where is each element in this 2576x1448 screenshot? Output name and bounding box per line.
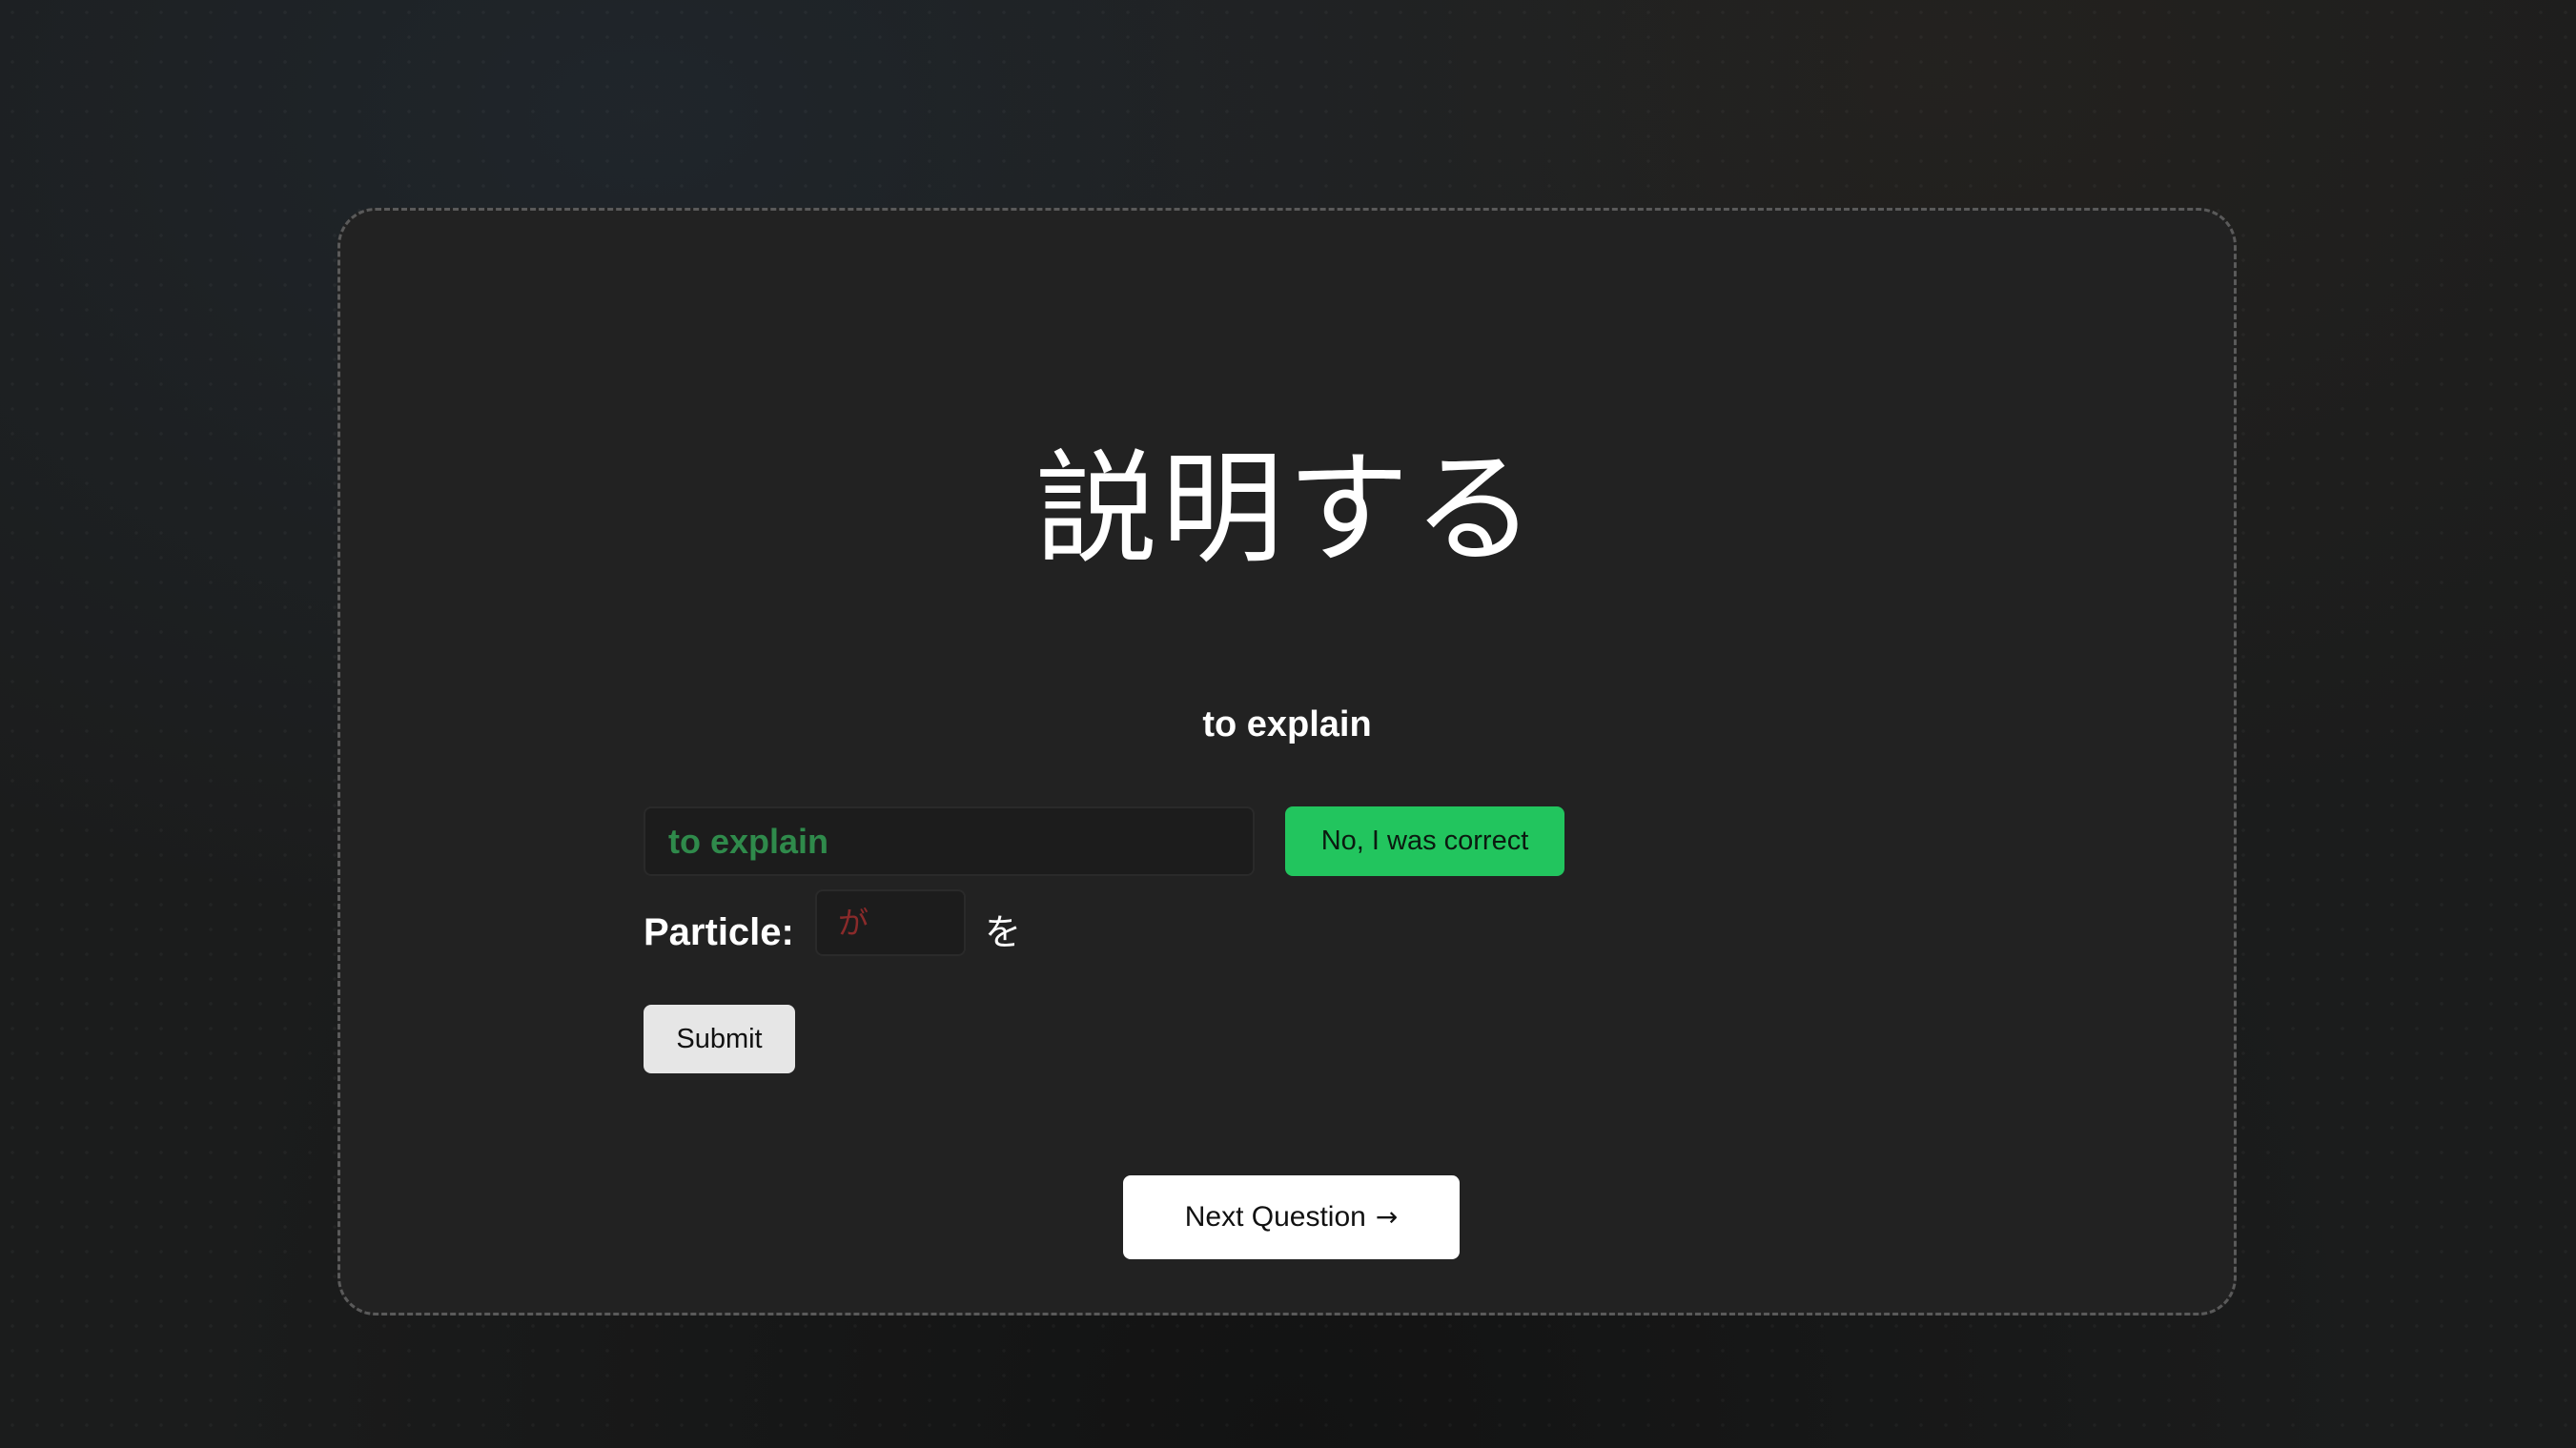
word-meaning: to explain	[1202, 704, 1372, 744]
particle-label: Particle:	[644, 911, 794, 953]
submit-button[interactable]: Submit	[644, 1005, 795, 1073]
quiz-card: 説明する to explain to explain No, I was cor…	[337, 208, 2237, 1315]
particle-input[interactable]: が	[815, 889, 966, 956]
vocab-word: 説明する	[1034, 438, 1539, 581]
correct-particle: を	[985, 911, 1022, 953]
override-correct-button[interactable]: No, I was correct	[1285, 806, 1564, 876]
next-question-label: Next Question	[1184, 1201, 1366, 1233]
arrow-right-icon: →	[1375, 1201, 1399, 1233]
next-question-button[interactable]: Next Question →	[1123, 1175, 1460, 1259]
answer-input[interactable]: to explain	[644, 806, 1255, 876]
